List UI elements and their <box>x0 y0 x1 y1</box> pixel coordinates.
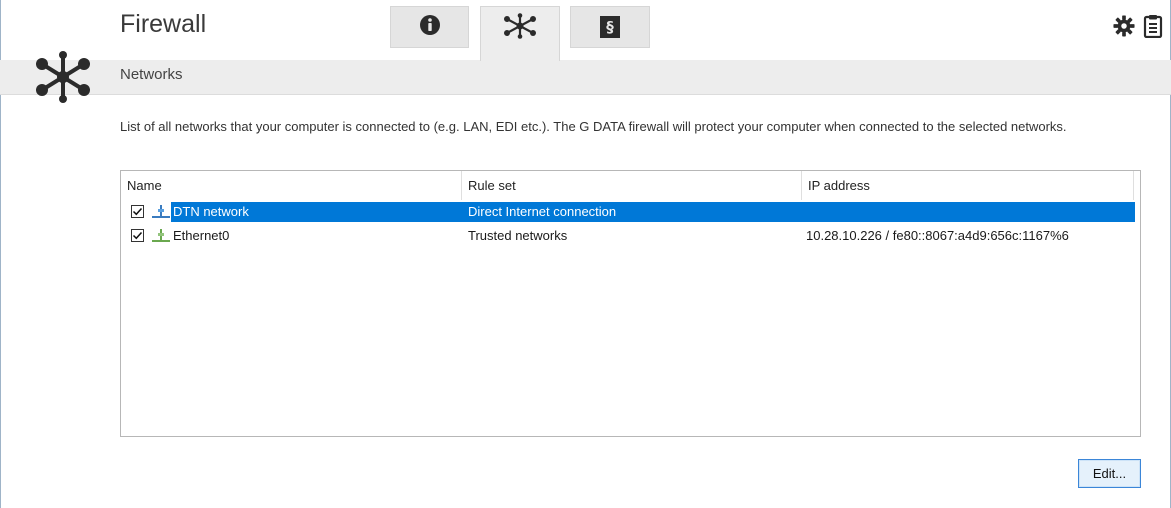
network-icon <box>503 13 537 43</box>
cell-name: DTN network <box>173 204 249 219</box>
network-adapter-icon <box>151 203 171 224</box>
cell-rule-set: Trusted networks <box>468 228 568 243</box>
cell-rule-set: Direct Internet connection <box>468 204 617 219</box>
section-sign-icon: § <box>600 16 620 38</box>
gear-icon[interactable] <box>1113 15 1135 41</box>
table-header: Name Rule set IP address <box>121 171 1140 200</box>
section-title: Networks <box>120 66 183 83</box>
table-row[interactable]: Ethernet0 Trusted networks 10.28.10.226 … <box>121 226 1140 246</box>
selection-highlight <box>171 202 1135 222</box>
tab-info[interactable] <box>390 6 469 48</box>
cell-ip-address: 10.28.10.226 / fe80::8067:a4d9:656c:1167… <box>806 228 1069 243</box>
row-checkbox[interactable] <box>131 229 144 242</box>
top-toolbar <box>1113 14 1163 42</box>
info-circle-icon <box>419 14 441 40</box>
cell-name: Ethernet0 <box>173 228 230 243</box>
column-header-rule-set[interactable]: Rule set <box>462 171 802 200</box>
clipboard-icon[interactable] <box>1143 14 1163 42</box>
column-header-ip-address[interactable]: IP address <box>802 171 1134 200</box>
section-network-icon <box>34 48 92 110</box>
page-title: Firewall <box>120 10 207 38</box>
description-text: List of all networks that your computer … <box>120 119 1067 134</box>
networks-table[interactable]: Name Rule set IP address DTN network Dir… <box>120 170 1141 437</box>
network-adapter-icon <box>151 227 171 248</box>
edit-button[interactable]: Edit... <box>1078 459 1141 488</box>
tab-networks[interactable] <box>480 6 560 61</box>
table-row[interactable]: DTN network Direct Internet connection <box>121 202 1140 222</box>
column-header-name[interactable]: Name <box>121 171 462 200</box>
tab-rules[interactable]: § <box>570 6 650 48</box>
row-checkbox[interactable] <box>131 205 144 218</box>
